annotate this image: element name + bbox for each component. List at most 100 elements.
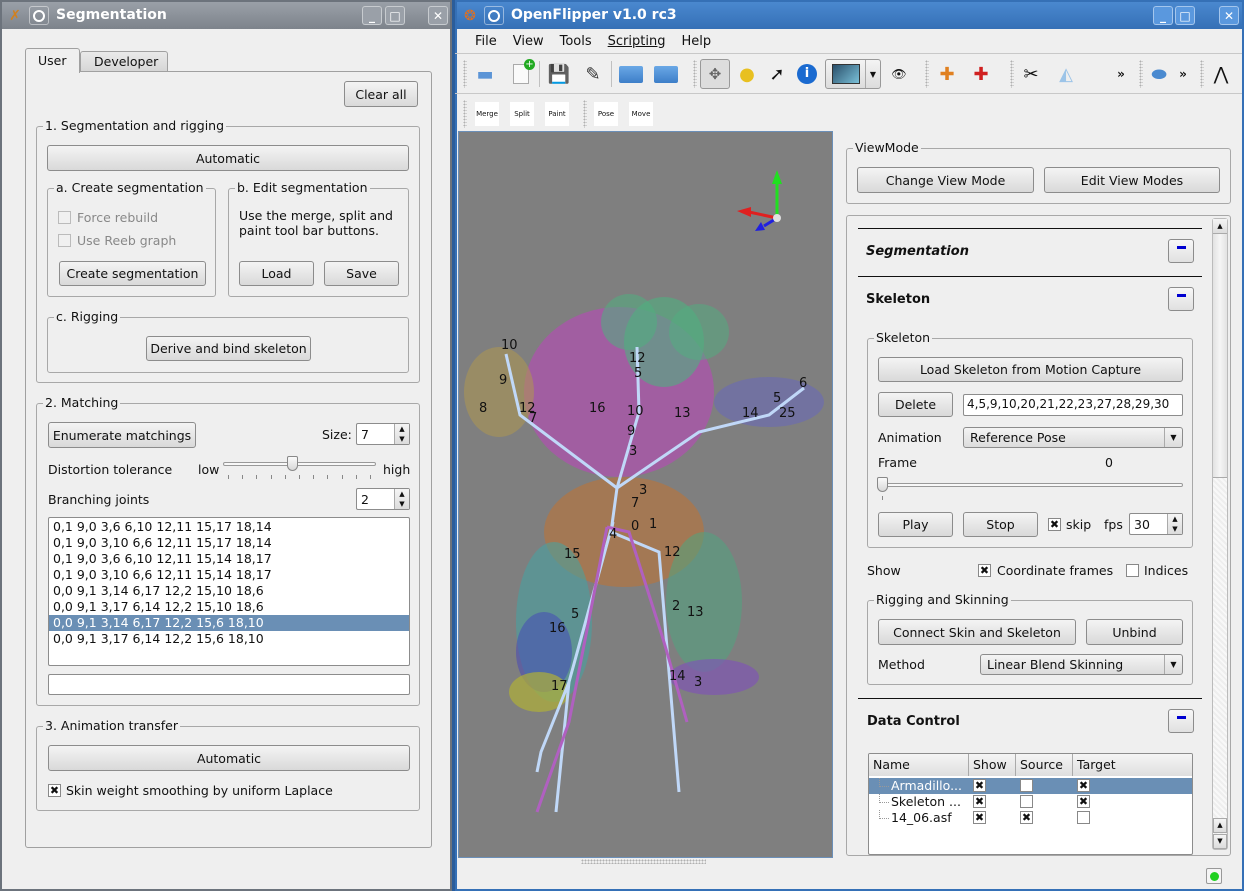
stop-button[interactable]: Stop — [963, 512, 1038, 537]
eye-icon[interactable]: 👁 — [885, 60, 913, 88]
print-icon[interactable]: ▬ — [471, 60, 499, 88]
table-row[interactable]: Armadillo... ✖ ✖ — [869, 778, 1192, 794]
table-row[interactable]: Skeleton ... ✖ ✖ — [869, 794, 1192, 810]
delete-button[interactable]: Delete — [878, 392, 953, 417]
save-segmentation-button[interactable]: Save — [324, 261, 399, 286]
target-checkbox[interactable]: ✖ — [1077, 795, 1090, 808]
frame-slider[interactable] — [877, 477, 1183, 503]
load-segmentation-button[interactable]: Load — [239, 261, 314, 286]
matching-list-item[interactable]: 0,0 9,1 3,14 6,17 12,2 15,6 18,10 — [49, 615, 409, 631]
scissors-icon[interactable]: ✂ — [1017, 60, 1045, 88]
play-button[interactable]: Play — [878, 512, 953, 537]
branching-joints-spinbox[interactable]: 2 ▲ ▼ — [356, 488, 410, 510]
change-view-mode-button[interactable]: Change View Mode — [857, 167, 1034, 193]
show-checkbox[interactable]: ✖ — [973, 811, 986, 824]
more-icon[interactable]: » — [1169, 60, 1197, 88]
minimize-icon[interactable]: _ — [1153, 6, 1173, 25]
toolbox-scrollbar[interactable]: ▲ ▲ ▼ — [1212, 218, 1228, 850]
fps-spinbox[interactable]: 30 ▲ ▼ — [1129, 513, 1183, 535]
collapse-skeleton-button[interactable] — [1168, 287, 1194, 311]
menu-scripting[interactable]: Scripting — [600, 34, 674, 49]
light-icon[interactable]: ● — [733, 60, 761, 88]
tab-user[interactable]: User — [25, 48, 80, 73]
skeleton-icon[interactable]: ⋀ — [1207, 60, 1235, 88]
target-checkbox[interactable]: ✖ — [1077, 779, 1090, 792]
source-checkbox[interactable] — [1020, 779, 1033, 792]
save-as-icon[interactable]: ✎ — [579, 60, 607, 88]
menu-tools[interactable]: Tools — [552, 34, 600, 49]
open-folder-icon[interactable] — [617, 60, 645, 88]
move-cube-icon[interactable]: ✚ — [933, 60, 961, 88]
enumerate-matchings-button[interactable]: Enumerate matchings — [48, 422, 196, 448]
slider-handle[interactable] — [286, 456, 298, 471]
spin-arrows-icon[interactable]: ▲ ▼ — [394, 489, 409, 509]
column-header-name[interactable]: Name — [869, 754, 969, 776]
scroll-up-arrow-icon[interactable]: ▲ — [1213, 818, 1227, 833]
use-reeb-graph-checkbox[interactable] — [58, 234, 71, 247]
maximize-icon[interactable]: □ — [1175, 6, 1195, 25]
spin-arrows-icon[interactable]: ▲ ▼ — [1167, 514, 1182, 534]
delete-joints-field[interactable]: 4,5,9,10,20,21,22,23,27,28,29,30 — [963, 394, 1183, 416]
close-icon[interactable]: ✕ — [428, 6, 448, 25]
load-skeleton-mocap-button[interactable]: Load Skeleton from Motion Capture — [878, 357, 1183, 382]
save-icon[interactable]: 💾 — [545, 60, 573, 88]
animation-select[interactable]: Reference Pose ▼ — [963, 427, 1183, 448]
move-tool-icon[interactable]: ✥ — [700, 59, 730, 89]
matching-list-item[interactable]: 0,1 9,0 3,10 6,6 12,11 15,14 18,17 — [49, 567, 409, 583]
skinning-method-select[interactable]: Linear Blend Skinning ▼ — [980, 654, 1183, 675]
paint-button[interactable]: Paint — [545, 102, 569, 126]
edit-view-modes-button[interactable]: Edit View Modes — [1044, 167, 1220, 193]
scroll-thumb[interactable] — [1213, 234, 1227, 478]
matchings-list[interactable]: 0,1 9,0 3,6 6,10 12,11 15,17 18,14 0,1 9,… — [48, 517, 410, 666]
draw-mode-button[interactable]: ▼ — [825, 59, 881, 89]
connect-skin-skeleton-button[interactable]: Connect Skin and Skeleton — [878, 619, 1076, 645]
close-icon[interactable]: ✕ — [1219, 6, 1239, 25]
more-icon[interactable]: » — [1107, 60, 1135, 88]
move-cube-red-icon[interactable]: ✚ — [967, 60, 995, 88]
automatic-segmentation-button[interactable]: Automatic — [47, 145, 409, 171]
toolbar-grip[interactable] — [1200, 60, 1204, 88]
automatic-transfer-button[interactable]: Automatic — [48, 745, 410, 771]
distortion-slider[interactable] — [223, 456, 376, 482]
matching-list-item[interactable]: 0,1 9,0 3,6 6,10 12,11 15,17 18,14 — [49, 519, 409, 535]
minimize-icon[interactable]: _ — [362, 6, 382, 25]
menu-view[interactable]: View — [505, 34, 552, 49]
target-checkbox[interactable] — [1077, 811, 1090, 824]
skin-smoothing-checkbox[interactable]: ✖ — [48, 784, 61, 797]
move-button[interactable]: Move — [629, 102, 653, 126]
collapse-data-control-button[interactable] — [1168, 709, 1194, 733]
matching-text-field[interactable] — [48, 674, 410, 695]
derive-bind-skeleton-button[interactable]: Derive and bind skeleton — [146, 336, 311, 361]
3d-viewport[interactable]: 10 9 8 12 7 16 12 5 10 9 3 13 14 6 5 25 3 7 0 1 4 15 12 2 13 5 16 1… — [458, 131, 833, 864]
matching-list-item[interactable]: 0,1 9,0 3,6 6,10 12,11 15,14 18,17 — [49, 551, 409, 567]
collapse-segmentation-button[interactable] — [1168, 239, 1194, 263]
openflipper-titlebar[interactable]: ❂ OpenFlipper v1.0 rc3 _ □ ✕ — [457, 2, 1242, 29]
matching-list-item[interactable]: 0,1 9,0 3,10 6,6 12,11 15,17 18,14 — [49, 535, 409, 551]
menu-help[interactable]: Help — [673, 34, 719, 49]
scroll-up-arrow-icon[interactable]: ▲ — [1213, 219, 1227, 234]
edit-folder-icon[interactable] — [652, 60, 680, 88]
info-icon[interactable]: i — [793, 60, 821, 88]
tab-developer[interactable]: Developer — [80, 51, 168, 72]
show-checkbox[interactable]: ✖ — [973, 795, 986, 808]
indices-checkbox[interactable] — [1126, 564, 1139, 577]
column-header-target[interactable]: Target — [1073, 754, 1192, 776]
window-menu-icon[interactable] — [29, 6, 49, 25]
slider-handle[interactable] — [877, 477, 888, 492]
coordinate-frames-checkbox[interactable]: ✖ — [978, 564, 991, 577]
spin-arrows-icon[interactable]: ▲ ▼ — [394, 424, 409, 444]
scroll-down-arrow-icon[interactable]: ▼ — [1213, 834, 1227, 849]
toolbar-grip[interactable] — [463, 60, 467, 88]
split-button[interactable]: Split — [510, 102, 534, 126]
toolbar-grip[interactable] — [925, 60, 929, 88]
table-row[interactable]: 14_06.asf ✖ ✖ — [869, 810, 1192, 826]
matching-list-item[interactable]: 0,0 9,1 3,17 6,14 12,2 15,10 18,6 — [49, 599, 409, 615]
pointer-icon[interactable]: ➚ — [763, 60, 791, 88]
size-spinbox[interactable]: 7 ▲ ▼ — [356, 423, 410, 445]
viewport-resize-handle[interactable] — [581, 859, 706, 864]
selection-icon[interactable]: ◭ — [1052, 60, 1080, 88]
matching-list-item[interactable]: 0,0 9,1 3,17 6,14 12,2 15,6 18,10 — [49, 631, 409, 647]
menu-file[interactable]: File — [467, 34, 505, 49]
source-checkbox[interactable] — [1020, 795, 1033, 808]
data-control-table[interactable]: Name Show Source Target Armadillo... ✖ ✖ Sk… — [868, 753, 1193, 855]
